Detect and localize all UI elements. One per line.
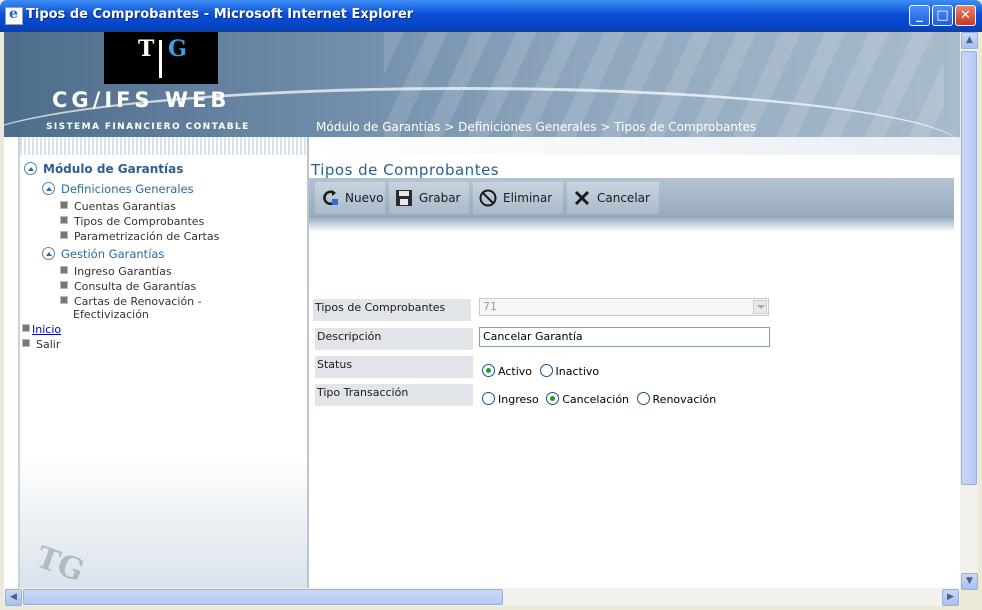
tipo-transaccion-label: Tipo Transacción xyxy=(315,384,473,406)
inicio-link[interactable]: Inicio xyxy=(32,323,61,336)
chevron-down-icon[interactable] xyxy=(753,300,767,314)
bullet-icon xyxy=(22,339,30,347)
bullet-icon xyxy=(22,324,30,332)
descripcion-label: Descripción xyxy=(315,328,473,350)
sidebar-item-label: Tipos de Comprobantes xyxy=(74,215,205,228)
header-banner: T G CG/IFS WEB SISTEMA FINANCIERO CONTAB… xyxy=(4,32,960,137)
tree-module-label: Módulo de Garantías xyxy=(43,162,184,176)
collapse-icon[interactable] xyxy=(42,247,55,260)
sidebar-item-label: Cuentas Garantias xyxy=(74,200,177,213)
scroll-corner xyxy=(960,590,978,606)
logo-bar xyxy=(159,40,162,78)
cancelar-label: Cancelar xyxy=(597,191,650,205)
sidebar-item-label: Consulta de Garantías xyxy=(74,280,197,293)
sidebar-item-ingreso[interactable]: Ingreso Garantías xyxy=(60,265,172,278)
tree-group-label: Definiciones Generales xyxy=(61,182,194,196)
eliminar-label: Eliminar xyxy=(503,191,553,205)
status-activo-radio[interactable] xyxy=(482,364,495,377)
tg-watermark: TG xyxy=(31,539,89,590)
renovacion-radio[interactable] xyxy=(636,392,650,405)
save-icon xyxy=(396,190,412,206)
sidebar-item-cuentas[interactable]: Cuentas Garantias xyxy=(60,200,176,213)
scroll-down-button[interactable]: ▼ xyxy=(961,573,978,590)
collapse-icon[interactable] xyxy=(24,162,37,175)
sidebar-link-inicio[interactable]: Inicio xyxy=(22,323,61,336)
horizontal-scrollbar[interactable]: ◀ ▶ xyxy=(4,588,960,606)
tipo-transaccion-radio-group: Ingreso Cancelación Renovación xyxy=(482,392,720,406)
collapse-icon[interactable] xyxy=(42,182,55,195)
no-entry-icon xyxy=(479,189,497,207)
cancelacion-label: Cancelación xyxy=(562,393,630,406)
ingreso-label: Ingreso xyxy=(498,393,539,406)
tg-logo: T G xyxy=(104,32,218,84)
sidebar-link-salir[interactable]: Salir xyxy=(22,338,60,351)
tree-module[interactable]: Módulo de Garantías xyxy=(24,162,183,176)
sidebar-item-label: Cartas de Renovación - xyxy=(74,295,202,308)
sidebar-item-tipos[interactable]: Tipos de Comprobantes xyxy=(60,215,204,228)
renovacion-label: Renovación xyxy=(652,393,717,406)
ingreso-radio[interactable] xyxy=(482,392,495,405)
tipos-select-value: 71 xyxy=(483,300,497,313)
toolbar-shadow xyxy=(309,216,954,232)
logo-letter-t: T xyxy=(138,36,155,62)
nuevo-label: Nuevo xyxy=(345,191,384,205)
eliminar-button[interactable]: Eliminar xyxy=(473,182,563,214)
horizontal-scroll-thumb[interactable] xyxy=(23,589,503,605)
breadcrumb: Módulo de Garantías > Definiciones Gener… xyxy=(316,120,757,134)
salir-link[interactable]: Salir xyxy=(36,338,60,351)
vertical-scroll-thumb[interactable] xyxy=(961,51,977,485)
tree-group-gestion[interactable]: Gestión Garantías xyxy=(42,247,164,261)
sidebar-item-label: Ingreso Garantías xyxy=(74,265,172,278)
page-title: Tipos de Comprobantes xyxy=(311,161,500,179)
nuevo-button[interactable]: Nuevo xyxy=(315,182,385,214)
grabar-button[interactable]: Grabar xyxy=(389,182,469,214)
status-radio-group: Activo Inactivo xyxy=(482,364,603,378)
close-button[interactable]: ✕ xyxy=(955,5,976,26)
bullet-icon xyxy=(60,266,68,274)
tree-group-definiciones[interactable]: Definiciones Generales xyxy=(42,182,194,196)
cancelar-button[interactable]: Cancelar xyxy=(567,182,659,214)
window-titlebar: Tipos de Comprobantes - Microsoft Intern… xyxy=(0,0,982,32)
window-title: Tipos de Comprobantes - Microsoft Intern… xyxy=(26,7,414,22)
bullet-icon xyxy=(60,231,68,239)
sidebar-item-label: Parametrización de Cartas xyxy=(74,230,220,243)
scroll-right-button[interactable]: ▶ xyxy=(942,589,959,606)
sidebar-item-cartas[interactable]: Cartas de Renovación - xyxy=(60,295,202,308)
scroll-up-button[interactable]: ▲ xyxy=(961,32,978,49)
bullet-icon xyxy=(60,201,68,209)
x-icon xyxy=(574,190,590,206)
sidebar-item-consulta[interactable]: Consulta de Garantías xyxy=(60,280,196,293)
grabar-label: Grabar xyxy=(419,191,461,205)
brand-subtitle: SISTEMA FINANCIERO CONTABLE xyxy=(46,122,250,132)
brand-name: CG/IFS WEB xyxy=(52,88,231,112)
ie-icon xyxy=(5,6,23,25)
tipos-label: Tipos de Comprobantes xyxy=(313,299,471,321)
status-inactivo-radio[interactable] xyxy=(539,364,553,377)
status-inactivo-label: Inactivo xyxy=(555,365,600,378)
logo-letter-g: G xyxy=(168,36,187,62)
toolbar: Nuevo Grabar Eliminar Cancelar xyxy=(309,178,954,216)
sidebar-item-parametrizacion[interactable]: Parametrización de Cartas xyxy=(60,230,219,243)
browser-viewport: T G CG/IFS WEB SISTEMA FINANCIERO CONTAB… xyxy=(4,32,978,606)
sidebar-pattern xyxy=(20,137,307,155)
minimize-button[interactable]: _ xyxy=(909,5,930,26)
descripcion-input[interactable]: Cancelar Garantía xyxy=(479,327,770,347)
tipos-select[interactable]: 71 xyxy=(479,298,769,316)
tree-group-label: Gestión Garantías xyxy=(61,247,165,261)
bullet-icon xyxy=(60,216,68,224)
content-decoration xyxy=(309,137,960,155)
bullet-icon xyxy=(60,296,68,304)
refresh-icon xyxy=(323,190,338,206)
status-activo-label: Activo xyxy=(498,365,532,378)
sidebar: Módulo de Garantías Definiciones General… xyxy=(18,137,311,606)
maximize-button[interactable]: □ xyxy=(932,5,953,26)
main-content: Tipos de Comprobantes Nuevo Grabar Elimi… xyxy=(309,137,960,606)
vertical-scrollbar[interactable]: ▲ ▼ xyxy=(960,32,978,590)
scroll-left-button[interactable]: ◀ xyxy=(5,589,22,606)
sidebar-item-label: Efectivización xyxy=(73,308,149,321)
status-label: Status xyxy=(315,356,473,378)
sidebar-item-cartas-cont[interactable]: Efectivización xyxy=(73,308,149,321)
bullet-icon xyxy=(60,281,68,289)
cancelacion-radio[interactable] xyxy=(546,392,560,405)
